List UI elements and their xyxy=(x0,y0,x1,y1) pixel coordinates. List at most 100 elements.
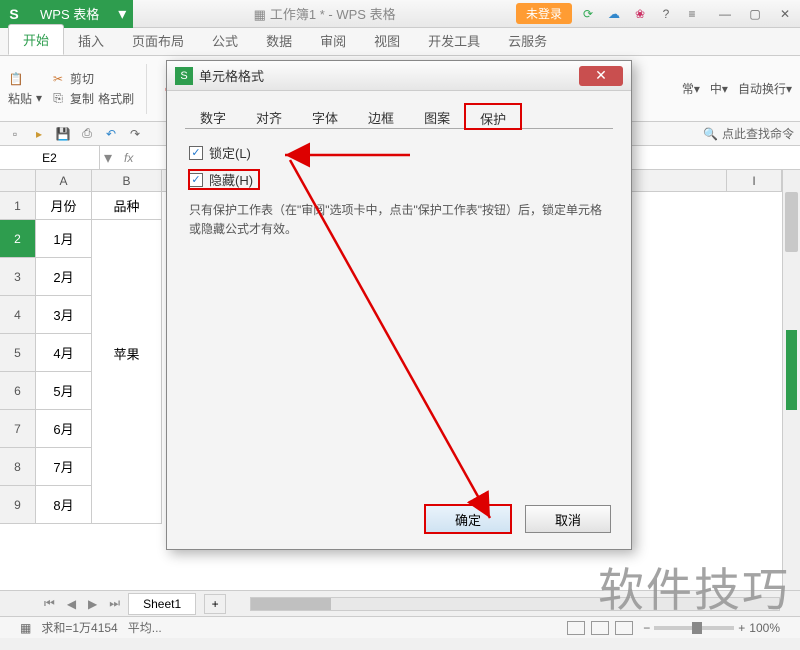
cell[interactable]: 5月 xyxy=(36,372,92,410)
watermark-text: 软件技巧 xyxy=(598,554,790,620)
lock-label: 锁定(L) xyxy=(209,143,251,162)
cell[interactable]: 2月 xyxy=(36,258,92,296)
cell[interactable]: 4月 xyxy=(36,334,92,372)
zoom-out-button[interactable]: − xyxy=(643,621,650,635)
cell[interactable] xyxy=(92,448,162,486)
name-box-dropdown[interactable]: ▾ xyxy=(100,148,116,168)
cloud-icon[interactable]: ☁ xyxy=(606,6,622,22)
ok-button[interactable]: 确定 xyxy=(425,505,511,533)
maximize-button[interactable]: ▢ xyxy=(740,3,770,25)
dialog-close-button[interactable]: ✕ xyxy=(579,66,623,86)
print-icon[interactable]: ⎙ xyxy=(78,125,96,143)
tab-cloud[interactable]: 云服务 xyxy=(494,26,561,55)
save-icon[interactable]: 💾 xyxy=(54,125,72,143)
row-header[interactable]: 1 xyxy=(0,192,36,220)
zoom-slider[interactable] xyxy=(654,626,734,630)
cell[interactable]: 8月 xyxy=(36,486,92,524)
tab-dev[interactable]: 开发工具 xyxy=(414,26,494,55)
cell[interactable]: 月份 xyxy=(36,192,92,220)
cell[interactable]: 6月 xyxy=(36,410,92,448)
tab-view[interactable]: 视图 xyxy=(360,26,414,55)
dlg-tab-font[interactable]: 字体 xyxy=(297,103,353,128)
view-page-button[interactable] xyxy=(591,621,609,635)
row-header[interactable]: 8 xyxy=(0,448,36,486)
name-box[interactable]: E2 xyxy=(0,146,100,169)
close-window-button[interactable]: ✕ xyxy=(770,3,800,25)
cancel-button[interactable]: 取消 xyxy=(525,505,611,533)
row-header[interactable]: 4 xyxy=(0,296,36,334)
sheet-tab[interactable]: Sheet1 xyxy=(128,593,196,615)
dlg-tab-number[interactable]: 数字 xyxy=(185,103,241,128)
cell[interactable]: 3月 xyxy=(36,296,92,334)
row-header[interactable]: 5 xyxy=(0,334,36,372)
cell[interactable] xyxy=(92,372,162,410)
cell[interactable]: 品种 xyxy=(92,192,162,220)
tab-review[interactable]: 审阅 xyxy=(306,26,360,55)
cell-format-dialog: S 单元格格式 ✕ 数字 对齐 字体 边框 图案 保护 ✓ 锁定(L) ✓ 隐藏… xyxy=(166,60,632,550)
dlg-tab-protect[interactable]: 保护 xyxy=(465,104,521,129)
select-all-corner[interactable] xyxy=(0,170,36,192)
dlg-tab-border[interactable]: 边框 xyxy=(353,103,409,128)
cell[interactable]: 苹果 xyxy=(92,334,162,372)
cell[interactable] xyxy=(92,220,162,258)
cell[interactable] xyxy=(92,258,162,296)
row-header[interactable]: 3 xyxy=(0,258,36,296)
status-mode-icon: ▦ xyxy=(20,621,31,635)
login-badge[interactable]: 未登录 xyxy=(516,3,572,24)
sheet-nav-last[interactable]: ⏭ xyxy=(105,596,124,611)
scrollbar-thumb[interactable] xyxy=(251,598,331,610)
copy-button[interactable]: 复制 xyxy=(70,90,94,107)
cell[interactable] xyxy=(92,410,162,448)
fx-label[interactable]: fx xyxy=(116,151,141,165)
tab-layout[interactable]: 页面布局 xyxy=(118,26,198,55)
skin-icon[interactable]: ❀ xyxy=(632,6,648,22)
cut-button[interactable]: ✂ 剪切 xyxy=(50,70,134,87)
row-header[interactable]: 6 xyxy=(0,372,36,410)
scrollbar-thumb[interactable] xyxy=(785,192,798,252)
view-break-button[interactable] xyxy=(615,621,633,635)
tab-formula[interactable]: 公式 xyxy=(198,26,252,55)
redo-icon[interactable]: ↷ xyxy=(126,125,144,143)
view-normal-button[interactable] xyxy=(567,621,585,635)
sheet-nav-first[interactable]: ⏮ xyxy=(40,596,59,611)
col-header[interactable]: I xyxy=(726,170,782,192)
add-sheet-button[interactable]: + xyxy=(204,594,226,614)
sync-icon[interactable]: ⟳ xyxy=(580,6,596,22)
lock-checkbox[interactable]: ✓ xyxy=(189,146,203,160)
sheet-nav-prev[interactable]: ◀ xyxy=(63,597,80,611)
tab-insert[interactable]: 插入 xyxy=(64,26,118,55)
app-menu-dropdown[interactable]: ▾ xyxy=(111,0,133,28)
dlg-tab-align[interactable]: 对齐 xyxy=(241,103,297,128)
hide-checkbox[interactable]: ✓ xyxy=(189,173,203,187)
tab-start[interactable]: 开始 xyxy=(8,24,64,55)
row-header[interactable]: 9 xyxy=(0,486,36,524)
format-brush-button[interactable]: 格式刷 xyxy=(98,90,134,107)
help-icon[interactable]: ? xyxy=(658,6,674,22)
col-header[interactable]: A xyxy=(36,170,92,192)
paste-button[interactable]: 📋 xyxy=(8,71,42,87)
row-header[interactable]: 7 xyxy=(0,410,36,448)
cell[interactable]: 1月 xyxy=(36,220,92,258)
command-search[interactable]: 🔍 点此查找命令 xyxy=(703,125,794,142)
col-header[interactable]: B xyxy=(92,170,162,192)
cell[interactable]: 7月 xyxy=(36,448,92,486)
cell[interactable] xyxy=(92,486,162,524)
vertical-scrollbar[interactable] xyxy=(782,170,800,590)
ribbon-item-wrap[interactable]: 自动换行▾ xyxy=(738,80,792,97)
minimize-button[interactable]: — xyxy=(710,3,740,25)
copy-icon[interactable]: ⎘ xyxy=(50,91,66,107)
tab-data[interactable]: 数据 xyxy=(252,26,306,55)
dlg-tab-pattern[interactable]: 图案 xyxy=(409,103,465,128)
zoom-in-button[interactable]: + xyxy=(738,621,745,635)
search-icon: 🔍 xyxy=(703,127,718,141)
sheet-nav-next[interactable]: ▶ xyxy=(84,597,101,611)
new-icon[interactable]: ▫ xyxy=(6,125,24,143)
cell[interactable] xyxy=(92,296,162,334)
ribbon-item-align[interactable]: 中▾ xyxy=(710,80,728,97)
open-icon[interactable]: ▸ xyxy=(30,125,48,143)
dialog-logo-icon: S xyxy=(175,67,193,85)
row-header[interactable]: 2 xyxy=(0,220,36,258)
undo-icon[interactable]: ↶ xyxy=(102,125,120,143)
ribbon-item-format[interactable]: 常▾ xyxy=(682,80,700,97)
bars-icon[interactable]: ≡ xyxy=(684,6,700,22)
